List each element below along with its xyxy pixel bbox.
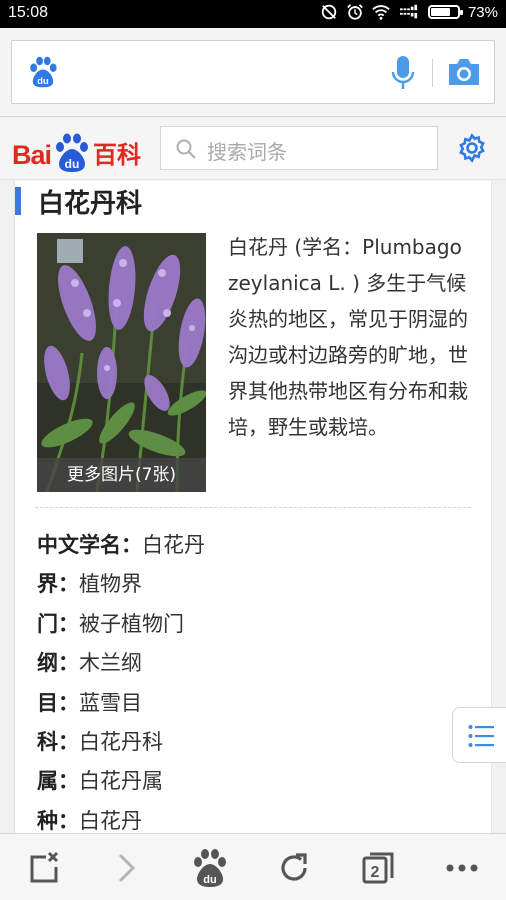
camera-icon[interactable]: [446, 57, 482, 87]
refresh-icon[interactable]: [274, 848, 314, 888]
article-image[interactable]: 更多图片(7张): [37, 233, 206, 492]
infobox-key: 科：: [37, 729, 79, 754]
address-separator: [432, 59, 433, 87]
wifi-icon: [372, 5, 390, 20]
microphone-icon[interactable]: [390, 55, 416, 91]
search-placeholder: 搜索词条: [207, 140, 287, 164]
bottom-toolbar: du 2: [0, 833, 506, 900]
search-icon: [176, 139, 196, 159]
tabs-icon[interactable]: 2: [358, 848, 398, 888]
list-icon: [468, 725, 494, 747]
article-card: 白花丹科 更多图片(7张) 白花丹 (学名：Plumbago zeylanica…: [14, 181, 492, 841]
infobox-row: 纲：木兰纲: [37, 644, 477, 683]
title-accent-bar: [15, 187, 21, 215]
tab-count: 2: [371, 864, 380, 881]
infobox-value: 被子植物门: [79, 611, 184, 636]
infobox-row: 中文学名：白花丹: [37, 526, 477, 565]
dnd-icon: [321, 4, 337, 20]
infobox-key: 纲：: [37, 651, 79, 676]
status-time: 15:08: [8, 4, 49, 21]
infobox-key: 种：: [37, 808, 79, 833]
infobox-row: 属：白花丹属: [37, 762, 477, 801]
baike-header: Bai du 百科 搜索词条: [0, 118, 506, 180]
logo-bai: Bai: [12, 140, 52, 170]
infobox-row: 科：白花丹科: [37, 723, 477, 762]
infobox-key: 属：: [37, 769, 79, 794]
close-tab-icon[interactable]: [24, 848, 64, 888]
network-speed-icon: [399, 4, 418, 19]
baidu-paw-icon[interactable]: du: [26, 55, 60, 89]
forward-icon[interactable]: [106, 848, 146, 888]
gear-icon[interactable]: [456, 132, 488, 164]
infobox-value: 白花丹: [79, 808, 142, 833]
infobox-value: 白花丹: [142, 533, 205, 557]
baike-search-input[interactable]: 搜索词条: [160, 126, 438, 170]
infobox-key: 中文学名：: [37, 533, 142, 557]
infobox-value: 白花丹属: [79, 769, 163, 794]
infobox-value: 白花丹科: [79, 729, 163, 754]
infobox-value: 植物界: [79, 572, 142, 597]
battery-percent: 73%: [467, 3, 498, 21]
infobox-key: 门：: [37, 611, 79, 636]
baidu-baike-logo[interactable]: Bai du 百科: [12, 126, 142, 172]
logo-paw-icon: du: [56, 133, 89, 172]
page-title: 白花丹科: [38, 189, 143, 219]
status-bar: 15:08 73%: [0, 0, 506, 28]
alarm-icon: [347, 4, 363, 20]
infobox: 中文学名：白花丹 界：植物界 门：被子植物门 纲：木兰纲 目：蓝雪目 科：白花丹…: [37, 526, 477, 841]
infobox-row: 目：蓝雪目: [37, 684, 477, 723]
browser-toolbar: du: [0, 28, 506, 117]
section-divider: [35, 507, 471, 508]
infobox-value: 木兰纲: [79, 651, 142, 676]
plant-photo: [37, 233, 206, 492]
logo-du: du: [65, 157, 80, 171]
more-icon[interactable]: [442, 848, 482, 888]
address-bar[interactable]: du: [11, 40, 495, 104]
infobox-row: 门：被子植物门: [37, 605, 477, 644]
infobox-key: 目：: [37, 690, 79, 715]
logo-baike: 百科: [93, 141, 142, 169]
battery-icon: [427, 5, 463, 19]
infobox-value: 蓝雪目: [79, 690, 142, 715]
infobox-key: 界：: [37, 572, 79, 597]
article-summary: 白花丹 (学名：Plumbago zeylanica L. ) 多生于气候炎热的…: [228, 235, 468, 439]
svg-text:du: du: [37, 76, 49, 86]
more-images-caption[interactable]: 更多图片(7张): [37, 458, 206, 492]
baidu-home-icon[interactable]: du: [190, 848, 230, 888]
infobox-row: 界：植物界: [37, 565, 477, 604]
svg-text:du: du: [203, 874, 216, 886]
table-of-contents-button[interactable]: [452, 707, 506, 763]
